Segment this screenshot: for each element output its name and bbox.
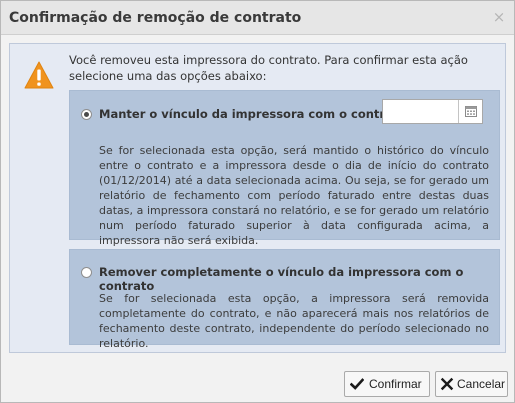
keep-link-radio[interactable] xyxy=(81,109,92,120)
end-date-input[interactable] xyxy=(383,100,459,123)
calendar-icon xyxy=(465,106,477,117)
keep-link-description: Se for selecionada esta opção, será mant… xyxy=(99,144,489,247)
intro-text: Você removeu esta impressora do contrato… xyxy=(69,53,468,83)
cancel-label: Cancelar xyxy=(457,377,506,391)
warning-triangle-icon xyxy=(24,61,54,89)
confirm-button[interactable]: Confirmar xyxy=(344,371,430,397)
option-remove-link[interactable]: Remover completamente o vínculo da impre… xyxy=(69,249,500,350)
dialog-title: Confirmação de remoção de contrato xyxy=(9,10,302,26)
close-icon[interactable]: × xyxy=(492,9,506,25)
calendar-button[interactable] xyxy=(458,100,482,123)
cancel-button[interactable]: Cancelar xyxy=(435,371,508,397)
remove-link-label[interactable]: Remover completamente o vínculo da impre… xyxy=(99,265,499,293)
remove-contract-dialog: Confirmação de remoção de contrato × Voc… xyxy=(0,0,515,403)
remove-link-description: Se for selecionada esta opção, a impress… xyxy=(99,292,489,350)
confirm-label: Confirmar xyxy=(369,377,422,391)
check-icon xyxy=(350,378,364,390)
option-keep-link[interactable]: Manter o vínculo da impressora com o con… xyxy=(69,90,500,247)
end-date-field[interactable] xyxy=(382,99,483,124)
x-icon xyxy=(440,377,454,391)
remove-link-radio[interactable] xyxy=(81,267,92,278)
dialog-content-panel: Você removeu esta impressora do contrato… xyxy=(9,43,506,353)
dialog-titlebar: Confirmação de remoção de contrato × xyxy=(1,1,514,35)
